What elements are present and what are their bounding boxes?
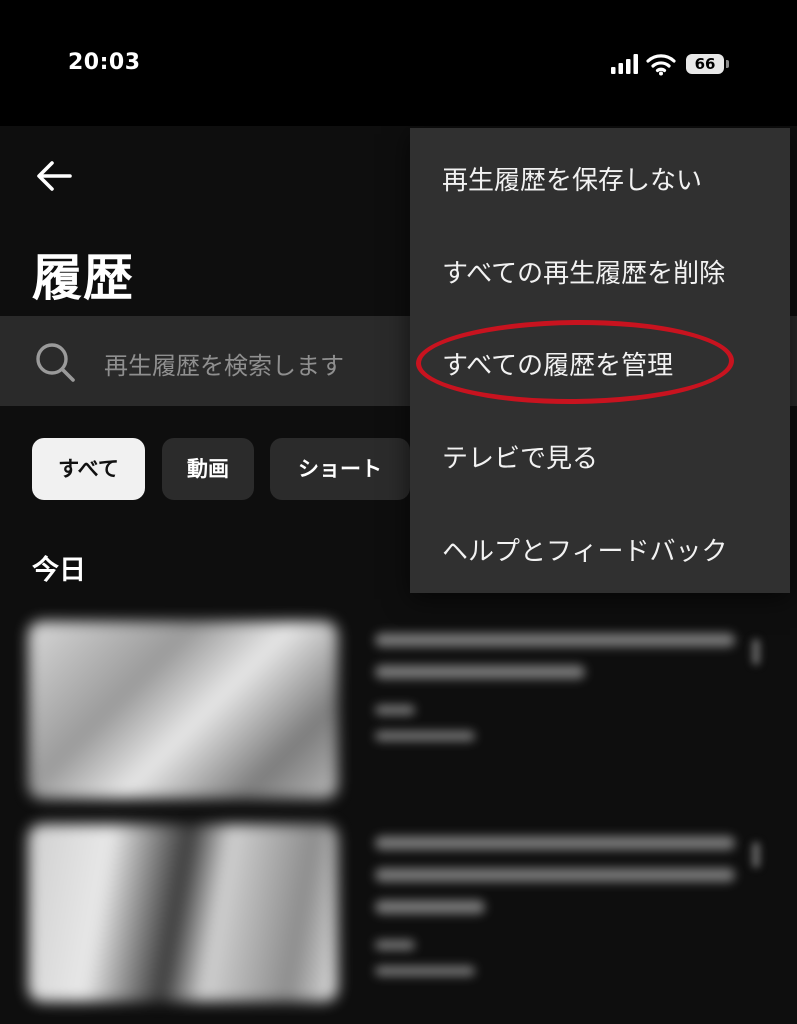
menu-item-clear-history[interactable]: すべての再生履歴を削除 bbox=[442, 253, 725, 290]
video-thumbnail[interactable] bbox=[28, 621, 338, 799]
menu-item-help-feedback[interactable]: ヘルプとフィードバック bbox=[442, 531, 727, 568]
wifi-icon bbox=[646, 54, 676, 76]
blurred-title-line bbox=[375, 836, 735, 850]
overflow-menu: 再生履歴を保存しない すべての再生履歴を削除 すべての履歴を管理 テレビで見る … bbox=[410, 128, 790, 593]
video-list-item[interactable] bbox=[0, 621, 797, 801]
blurred-channel-line bbox=[375, 940, 415, 950]
blurred-views-line bbox=[375, 731, 475, 741]
filter-chip-shorts[interactable]: ショート bbox=[270, 438, 410, 500]
section-heading-today: 今日 bbox=[32, 555, 86, 586]
video-list-item[interactable] bbox=[0, 824, 797, 1004]
screen: 20:03 66 履歴 再生履歴を検索します すべて 動画 ショート 今日 再生… bbox=[0, 0, 797, 1024]
search-icon bbox=[36, 343, 75, 382]
signal-icon bbox=[611, 54, 638, 74]
battery-tip bbox=[726, 60, 729, 68]
battery-level: 66 bbox=[686, 54, 724, 74]
filter-chip-all[interactable]: すべて bbox=[32, 438, 145, 500]
blurred-channel-line bbox=[375, 705, 415, 715]
menu-item-manage-all-history[interactable]: すべての履歴を管理 bbox=[442, 345, 673, 382]
menu-item-pause-history[interactable]: 再生履歴を保存しない bbox=[442, 160, 702, 197]
status-time: 20:03 bbox=[68, 50, 141, 75]
status-bar: 20:03 66 bbox=[0, 0, 797, 126]
page-title: 履歴 bbox=[32, 249, 134, 307]
video-thumbnail[interactable] bbox=[28, 824, 338, 1002]
blurred-views-line bbox=[375, 966, 475, 976]
battery-icon: 66 bbox=[686, 54, 730, 76]
blurred-title-line bbox=[375, 665, 585, 679]
filter-chip-videos[interactable]: 動画 bbox=[162, 438, 254, 500]
blurred-title-line bbox=[375, 900, 485, 914]
menu-item-watch-on-tv[interactable]: テレビで見る bbox=[442, 438, 598, 475]
search-input[interactable]: 再生履歴を検索します bbox=[104, 346, 344, 381]
back-arrow-icon[interactable] bbox=[34, 156, 74, 196]
more-options-icon[interactable] bbox=[752, 842, 760, 868]
more-options-icon[interactable] bbox=[752, 639, 760, 665]
blurred-title-line bbox=[375, 868, 735, 882]
blurred-title-line bbox=[375, 633, 735, 647]
